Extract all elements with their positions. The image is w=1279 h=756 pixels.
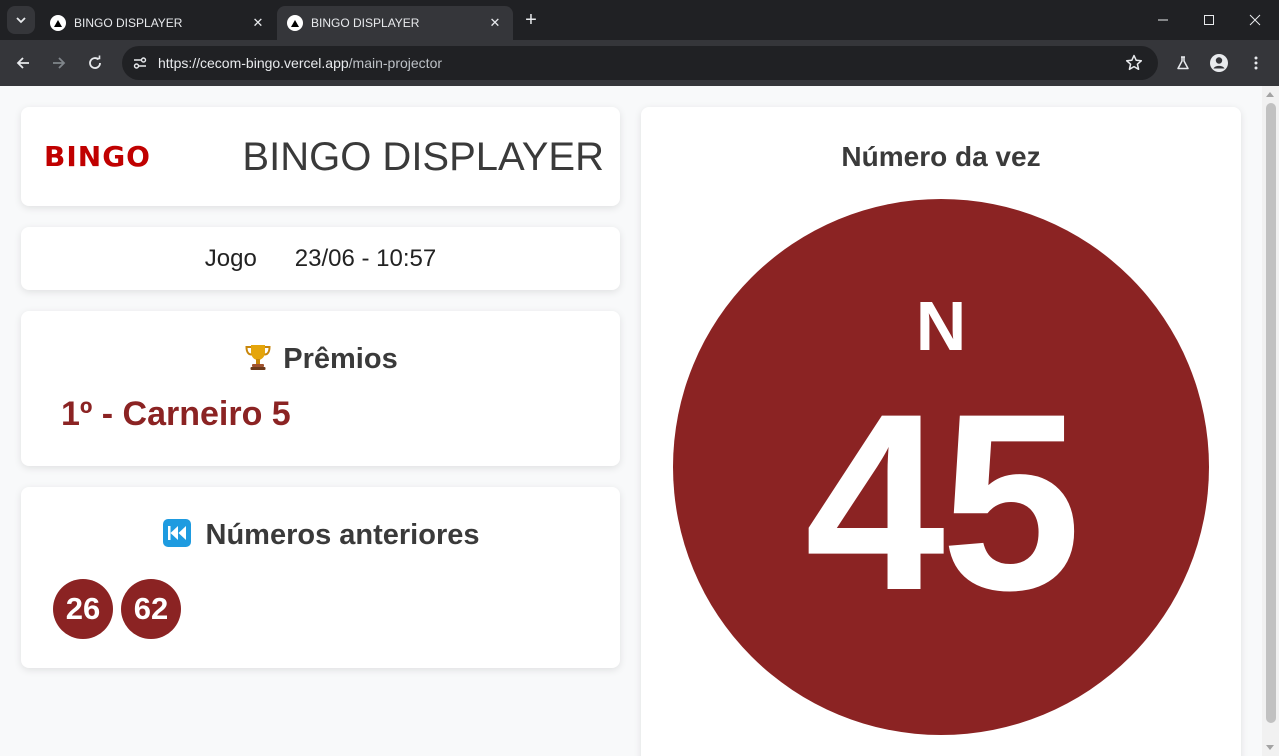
page-viewport: BINGO BINGO DISPLAYER Jogo 23/06 - 10:57… — [0, 86, 1279, 756]
profile-button[interactable] — [1204, 48, 1234, 78]
previous-number-ball: 62 — [121, 579, 181, 639]
minimize-icon — [1158, 19, 1168, 21]
current-letter: N — [915, 287, 967, 365]
tab-title: BINGO DISPLAYER — [74, 16, 183, 30]
browser-toolbar: https://cecom-bingo.vercel.app/main-proj… — [0, 40, 1279, 86]
tab-title: BINGO DISPLAYER — [311, 16, 420, 30]
previous-numbers-list: 26 62 — [53, 579, 181, 639]
new-tab-button[interactable]: + — [520, 9, 542, 31]
url-text[interactable]: https://cecom-bingo.vercel.app/main-proj… — [158, 55, 442, 71]
previous-heading: Números anteriores — [21, 519, 620, 552]
menu-button[interactable] — [1241, 48, 1271, 78]
prizes-heading: Prêmios — [21, 343, 620, 376]
bookmark-star-icon[interactable] — [1124, 53, 1144, 73]
prizes-title: Prêmios — [283, 343, 398, 375]
tab-bingo-displayer-1[interactable]: BINGO DISPLAYER ✕ — [40, 6, 276, 40]
page-title: BINGO DISPLAYER — [242, 135, 604, 179]
labs-button[interactable] — [1168, 48, 1198, 78]
close-icon[interactable]: ✕ — [250, 15, 266, 31]
prize-item: 1º - Carneiro 5 — [61, 395, 291, 433]
vertical-scrollbar[interactable] — [1262, 86, 1279, 756]
more-vert-icon — [1254, 56, 1258, 70]
scroll-down-arrow-icon[interactable] — [1266, 745, 1274, 750]
rewind-icon — [162, 519, 191, 548]
tab-strip: BINGO DISPLAYER ✕ BINGO DISPLAYER ✕ + — [0, 0, 1279, 40]
address-bar[interactable]: https://cecom-bingo.vercel.app/main-proj… — [122, 46, 1158, 80]
maximize-button[interactable] — [1186, 0, 1232, 40]
maximize-icon — [1204, 15, 1214, 25]
game-datetime: 23/06 - 10:57 — [294, 244, 437, 272]
chevron-down-icon — [16, 17, 26, 24]
scroll-up-arrow-icon[interactable] — [1266, 92, 1274, 97]
game-label: Jogo — [204, 244, 257, 272]
reload-icon — [89, 55, 101, 69]
site-info-icon[interactable] — [130, 53, 150, 73]
minimize-button[interactable] — [1140, 0, 1186, 40]
previous-number-ball: 26 — [53, 579, 113, 639]
current-number-ball: N 45 — [673, 199, 1209, 735]
prizes-card: Prêmios 1º - Carneiro 5 — [21, 311, 620, 466]
flask-icon — [1177, 56, 1189, 70]
current-number-title: Número da vez — [841, 141, 1041, 172]
current-number: 45 — [804, 362, 1081, 643]
bingo-logo: BINGO — [44, 140, 151, 173]
reload-button[interactable] — [80, 48, 110, 78]
game-info-card: Jogo 23/06 - 10:57 — [21, 227, 620, 290]
scrollbar-thumb[interactable] — [1266, 103, 1276, 723]
current-number-card: Número da vez N 45 — [641, 107, 1241, 756]
close-icon — [1249, 14, 1261, 26]
url-path: /main-projector — [348, 55, 443, 71]
previous-title: Números anteriores — [205, 519, 480, 551]
forward-button[interactable] — [44, 48, 74, 78]
vercel-favicon-icon — [50, 15, 66, 31]
trophy-icon — [245, 345, 271, 371]
tab-bingo-displayer-2[interactable]: BINGO DISPLAYER ✕ — [277, 6, 513, 40]
back-button[interactable] — [8, 48, 38, 78]
header-card: BINGO BINGO DISPLAYER — [21, 107, 620, 206]
tab-search-button[interactable] — [7, 6, 35, 34]
close-icon[interactable]: ✕ — [487, 15, 503, 31]
previous-numbers-card: Números anteriores 26 62 — [21, 487, 620, 668]
arrow-left-icon — [16, 57, 29, 69]
close-window-button[interactable] — [1232, 0, 1278, 40]
profile-avatar-icon — [1210, 54, 1228, 72]
url-host: https://cecom-bingo.vercel.app — [158, 55, 349, 71]
arrow-right-icon — [53, 57, 66, 69]
vercel-favicon-icon — [287, 15, 303, 31]
